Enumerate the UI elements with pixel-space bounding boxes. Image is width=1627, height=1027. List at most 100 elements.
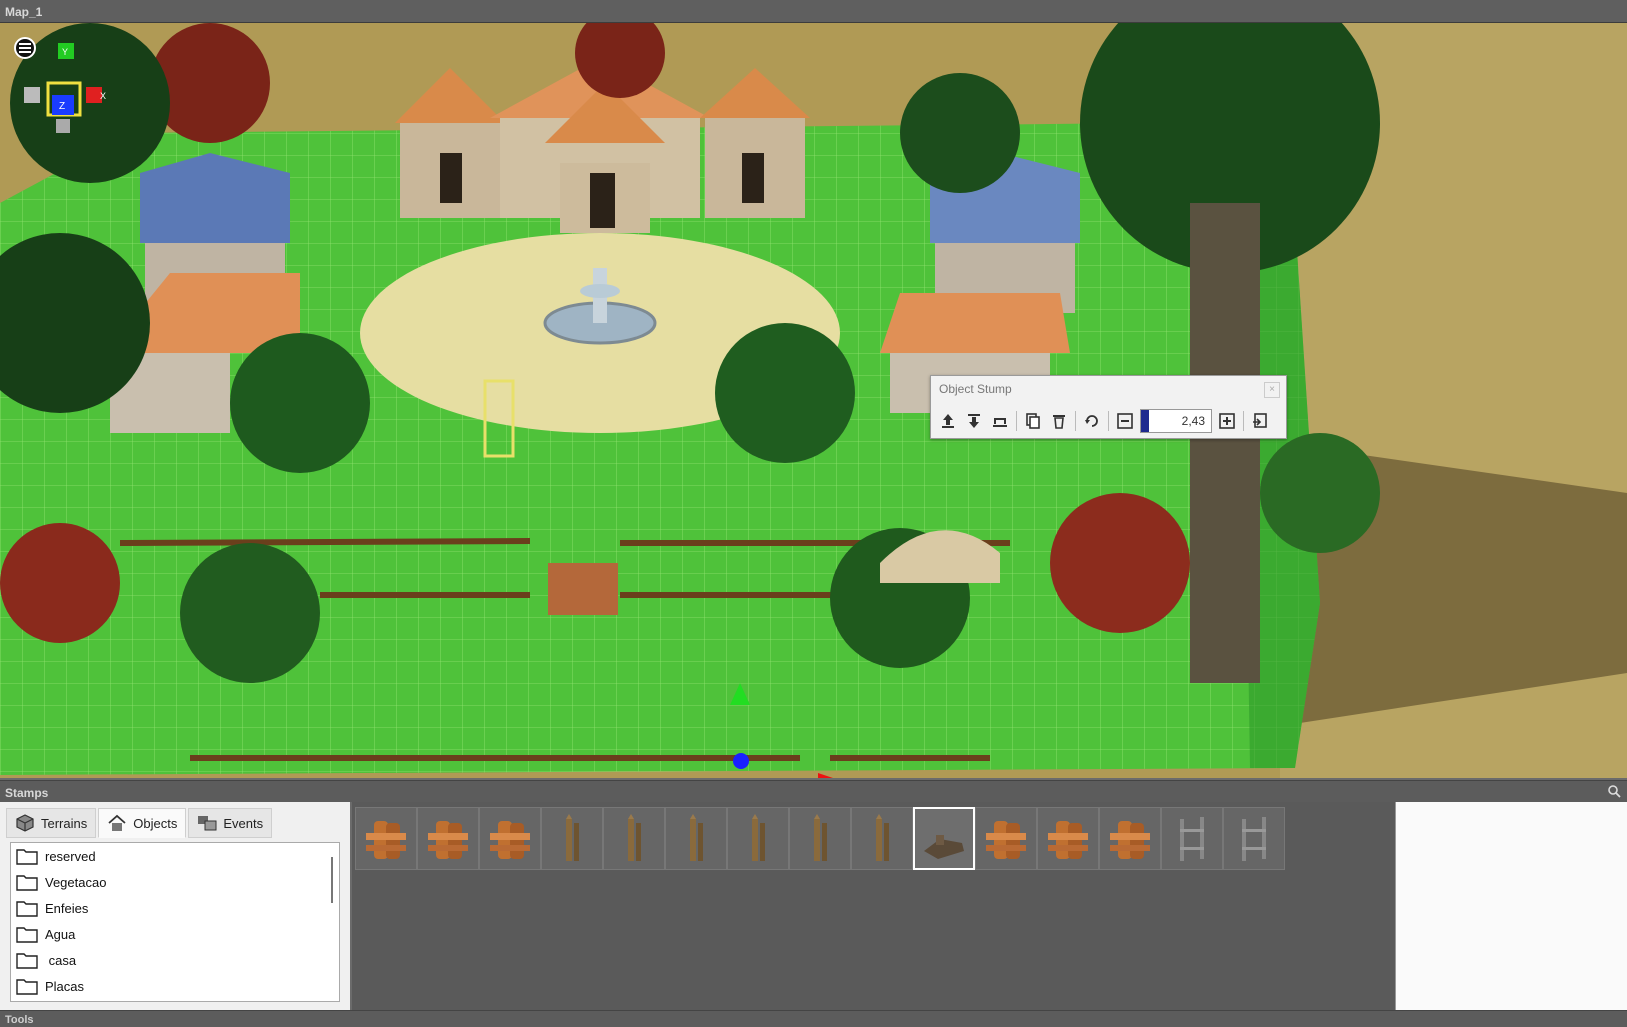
stamps-title: Stamps <box>5 786 49 800</box>
gizmo-neg-y-handle[interactable] <box>56 119 70 133</box>
lower-object-button[interactable] <box>961 409 987 433</box>
delete-object-button[interactable] <box>1046 409 1072 433</box>
stamp-tile[interactable] <box>975 807 1037 870</box>
iron-fence-icon <box>1180 816 1204 861</box>
object-panel-title: Object Stump <box>939 382 1012 396</box>
fence-stake-single-icon <box>814 813 827 861</box>
gizmo-z-label: Z <box>59 101 65 112</box>
delete-icon <box>1053 415 1065 429</box>
events-icon <box>198 816 217 831</box>
stamp-tile[interactable] <box>727 807 789 870</box>
stamp-palette <box>352 802 1395 1010</box>
iron-fence-2-icon <box>1242 816 1266 861</box>
orientation-gizmo[interactable]: Y X Z <box>20 35 120 145</box>
fence-stake-thin-icon <box>690 813 703 861</box>
folder-icon <box>16 849 38 865</box>
gizmo-neg-x-handle[interactable] <box>24 87 40 103</box>
stamp-tile[interactable] <box>417 807 479 870</box>
stamp-tile[interactable] <box>1037 807 1099 870</box>
toolbar-separator <box>1243 411 1244 431</box>
folder-label: Vegetacao <box>45 874 107 890</box>
stamp-tile[interactable] <box>1223 807 1285 870</box>
tab-events[interactable]: Events <box>188 808 273 838</box>
scale-up-button[interactable] <box>1214 409 1240 433</box>
stamps-panel-header: Stamps <box>0 780 1627 802</box>
toolbar-separator <box>1075 411 1076 431</box>
fence-stake-single-2-icon <box>876 813 889 861</box>
tab-terrains-label: Terrains <box>41 815 88 831</box>
snap-ground-button[interactable] <box>987 409 1013 433</box>
stamp-tile[interactable] <box>1161 807 1223 870</box>
export-icon <box>1253 413 1267 428</box>
window-title-bar: Map_1 <box>0 0 1627 23</box>
cube-icon <box>16 814 34 832</box>
export-object-button[interactable] <box>1247 409 1273 433</box>
broken-stump-icon <box>924 834 964 859</box>
fence-post-double-2-icon <box>428 820 468 859</box>
stamps-tabs: Terrains Objects Events <box>6 808 274 838</box>
folder-item[interactable]: Enfeies <box>11 895 339 921</box>
folder-item[interactable]: Agua <box>11 921 339 947</box>
folder-label: Agua <box>45 926 76 942</box>
tree-scrollbar[interactable] <box>331 857 333 903</box>
copy-icon <box>1026 413 1040 429</box>
plus-icon <box>1219 413 1235 429</box>
tab-objects-label: Objects <box>133 815 178 831</box>
folder-icon <box>16 953 38 969</box>
fence-post-double-3-icon <box>986 820 1026 859</box>
stamp-tile[interactable] <box>851 807 913 870</box>
gizmo-y-label: Y <box>62 47 68 57</box>
folder-label: reserved <box>45 848 96 864</box>
object-stump-panel: Object Stump × 2,43 <box>930 375 1287 439</box>
fence-post-short-icon <box>490 820 530 859</box>
rotate-object-button[interactable] <box>1079 409 1105 433</box>
stamp-tile[interactable] <box>913 807 975 870</box>
ground-icon <box>993 418 1007 427</box>
stamp-tile[interactable] <box>1099 807 1161 870</box>
stamp-tile[interactable] <box>355 807 417 870</box>
stamp-tile[interactable] <box>479 807 541 870</box>
stamp-preview-panel <box>1395 802 1627 1010</box>
folder-icon <box>16 875 38 891</box>
raise-icon <box>942 414 954 428</box>
tools-title: Tools <box>5 1014 34 1026</box>
stamp-tile[interactable] <box>665 807 727 870</box>
house-icon <box>108 814 126 831</box>
stamp-tile[interactable] <box>789 807 851 870</box>
fence-stake-thin-2-icon <box>752 813 765 861</box>
folder-icon <box>16 927 38 943</box>
scale-value-field[interactable]: 2,43 <box>1140 409 1212 433</box>
fence-post-short-2-icon <box>1048 820 1088 859</box>
copy-object-button[interactable] <box>1020 409 1046 433</box>
close-panel-button[interactable]: × <box>1264 382 1280 398</box>
folder-item[interactable]: Placas <box>11 973 339 999</box>
folder-item[interactable]: Vegetacao <box>11 869 339 895</box>
toolbar-separator <box>1016 411 1017 431</box>
stamp-tile[interactable] <box>603 807 665 870</box>
stamps-category-panel: Terrains Objects Events reserved Vegetac… <box>0 802 350 1010</box>
tools-panel-header: Tools <box>0 1010 1627 1027</box>
raise-object-button[interactable] <box>935 409 961 433</box>
scale-value: 2,43 <box>1181 414 1205 428</box>
folder-label: Placas <box>45 978 85 994</box>
window-title: Map_1 <box>5 5 43 19</box>
folder-tree[interactable]: reserved Vegetacao Enfeies Agua casa Pla… <box>10 842 340 1002</box>
map-viewport[interactable]: Y X Z Object Stump × 2,43 <box>0 23 1627 778</box>
folder-icon <box>16 901 38 917</box>
gizmo-x-label: X <box>100 91 106 101</box>
stamp-tile[interactable] <box>541 807 603 870</box>
toolbar-separator <box>1108 411 1109 431</box>
folder-item[interactable]: casa <box>11 947 339 973</box>
rotate-icon <box>1085 415 1098 427</box>
fence-post-double-icon <box>366 820 406 859</box>
fence-stake-triple-icon <box>628 813 641 861</box>
minus-icon <box>1117 413 1133 429</box>
map-scene[interactable] <box>0 23 1627 778</box>
tab-objects[interactable]: Objects <box>98 808 187 838</box>
fence-stake-pair-icon <box>566 813 579 861</box>
scale-down-button[interactable] <box>1112 409 1138 433</box>
search-icon[interactable] <box>1607 784 1621 798</box>
tab-terrains[interactable]: Terrains <box>6 808 97 838</box>
folder-item[interactable]: reserved <box>11 843 339 869</box>
tab-events-label: Events <box>223 815 264 831</box>
